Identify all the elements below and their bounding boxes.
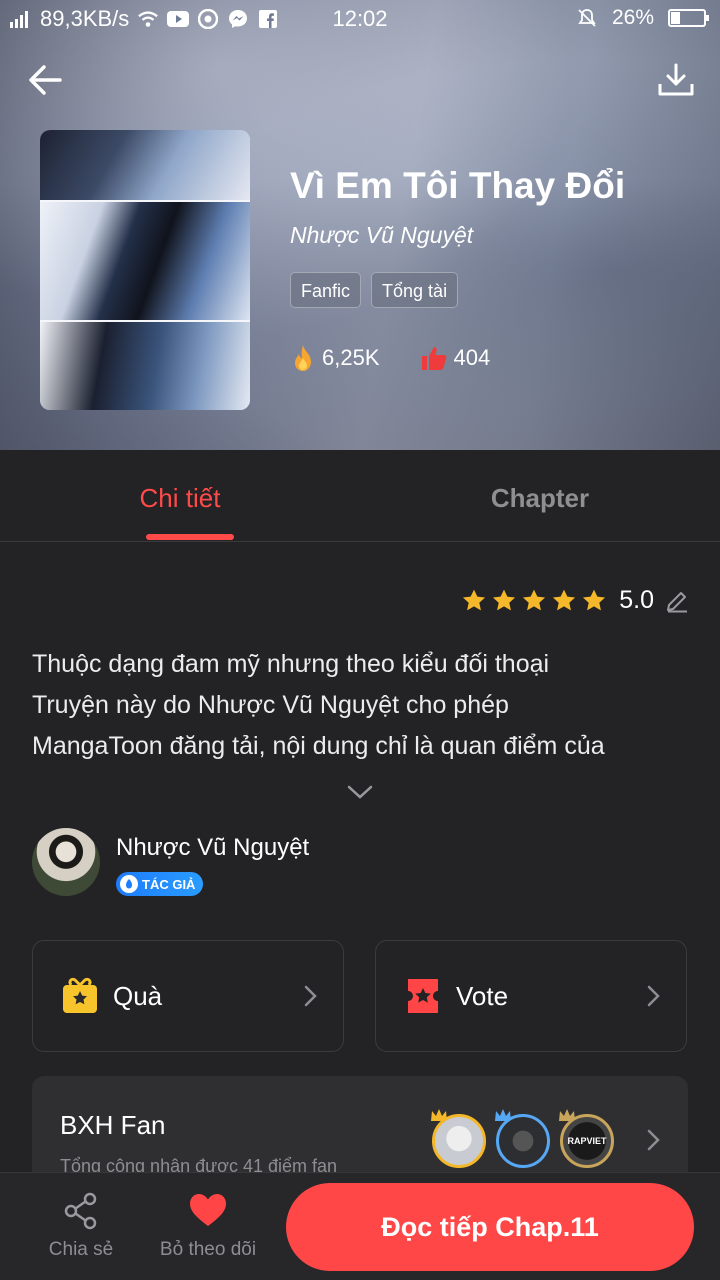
author-profile[interactable]: Nhược Vũ Nguyệt TÁC GIẢ [32, 828, 309, 896]
messenger-icon [227, 9, 249, 29]
chevron-right-icon [647, 1129, 660, 1151]
description-line: Truyện này do Nhược Vũ Nguyệt cho phép [32, 691, 509, 719]
gift-icon [63, 977, 97, 1013]
story-description: Thuộc dạng đam mỹ nhưng theo kiểu đối th… [32, 644, 692, 767]
clock: 12:02 [332, 6, 388, 31]
cover-panel [40, 202, 250, 322]
wifi-icon [137, 9, 159, 29]
back-button[interactable] [24, 58, 68, 102]
rating-row: 5.0 [461, 586, 690, 615]
star-icon [553, 589, 576, 610]
chevron-right-icon [647, 985, 660, 1007]
gift-card[interactable]: Quà [32, 940, 344, 1052]
description-line: Thuộc dạng đam mỹ nhưng theo kiểu đối th… [32, 650, 550, 678]
chevron-right-icon [304, 985, 317, 1007]
back-arrow-icon [29, 65, 62, 95]
vote-card[interactable]: Vote [375, 940, 687, 1052]
chrome-icon [197, 9, 219, 29]
cover-panel [40, 322, 250, 410]
continue-reading-button[interactable]: Đọc tiếp Chap.11 [286, 1183, 694, 1271]
story-title: Vì Em Tôi Thay Đổi [290, 165, 626, 206]
top-fan-avatar[interactable] [432, 1114, 486, 1168]
share-button[interactable]: Chia sẻ [26, 1191, 136, 1261]
cover-panel [40, 130, 250, 202]
genre-tag[interactable]: Tổng tài [371, 272, 459, 308]
download-button[interactable] [656, 60, 696, 100]
detail-tabs: Chi tiết Chapter [0, 450, 720, 542]
gift-label: Quà [113, 980, 163, 1011]
header-backdrop: 89,3KB/s 12:02 26% Vì Em Tôi Thay Đổi Nh… [0, 0, 720, 450]
bottom-action-bar: Chia sẻ Bỏ theo dõi Đọc tiếp Chap.11 [0, 1172, 720, 1280]
vote-ticket-icon [408, 979, 438, 1013]
description-line: MangaToon đăng tải, nội dung chỉ là quan… [32, 732, 605, 760]
unfollow-label: Bỏ theo dõi [159, 1239, 257, 1260]
vote-label: Vote [456, 980, 509, 1011]
fire-icon [295, 345, 311, 371]
likes-stat: 404 [420, 345, 491, 371]
story-cover-image[interactable] [40, 130, 250, 410]
star-icon [583, 589, 606, 610]
thumbs-up-icon [421, 347, 446, 370]
author-badge: TÁC GIẢ [116, 872, 204, 896]
expand-chevron-icon[interactable] [346, 782, 374, 802]
story-author[interactable]: Nhược Vũ Nguyệt [290, 222, 473, 249]
likes-count: 404 [453, 345, 491, 370]
author-name[interactable]: Nhược Vũ Nguyệt [116, 834, 309, 862]
quill-icon [120, 875, 138, 893]
battery-percent: 26% [611, 6, 654, 29]
author-badge-label: TÁC GIẢ [142, 876, 196, 892]
battery-level [671, 12, 680, 24]
unfollow-button[interactable]: Bỏ theo dõi [153, 1191, 263, 1261]
star-icon [523, 589, 546, 610]
mute-bell-icon [576, 8, 598, 28]
active-tab-indicator [146, 534, 234, 540]
story-detail-page: 89,3KB/s 12:02 26% Vì Em Tôi Thay Đổi Nh… [0, 0, 720, 1280]
battery-icon [668, 9, 709, 27]
fan-avatar-logo-text: RAPVIET [567, 1136, 607, 1146]
genre-tags: Fanfic Tổng tài [290, 272, 459, 308]
views-count: 6,25K [322, 345, 380, 370]
share-icon [64, 1192, 97, 1230]
download-icon [658, 63, 694, 96]
star-icon [463, 589, 486, 610]
youtube-icon [167, 9, 190, 29]
heart-icon [190, 1194, 226, 1226]
tab-details[interactable]: Chi tiết [0, 450, 360, 541]
network-speed: 89,3KB/s [40, 6, 130, 31]
views-stat: 6,25K [290, 344, 380, 372]
genre-tag[interactable]: Fanfic [290, 272, 362, 308]
story-stats: 6,25K 404 [290, 344, 530, 372]
edit-pencil-icon[interactable] [664, 588, 690, 614]
top-fan-avatar[interactable] [496, 1114, 550, 1168]
star-icon [493, 589, 516, 610]
status-bar: 89,3KB/s 12:02 26% [0, 0, 720, 38]
signal-icon [10, 9, 32, 29]
share-label: Chia sẻ [48, 1239, 114, 1260]
tab-chapters[interactable]: Chapter [360, 450, 720, 541]
facebook-icon [257, 9, 279, 29]
rating-value: 5.0 [619, 586, 654, 614]
author-avatar[interactable] [32, 828, 100, 896]
fan-ranking-title: BXH Fan [60, 1110, 166, 1140]
